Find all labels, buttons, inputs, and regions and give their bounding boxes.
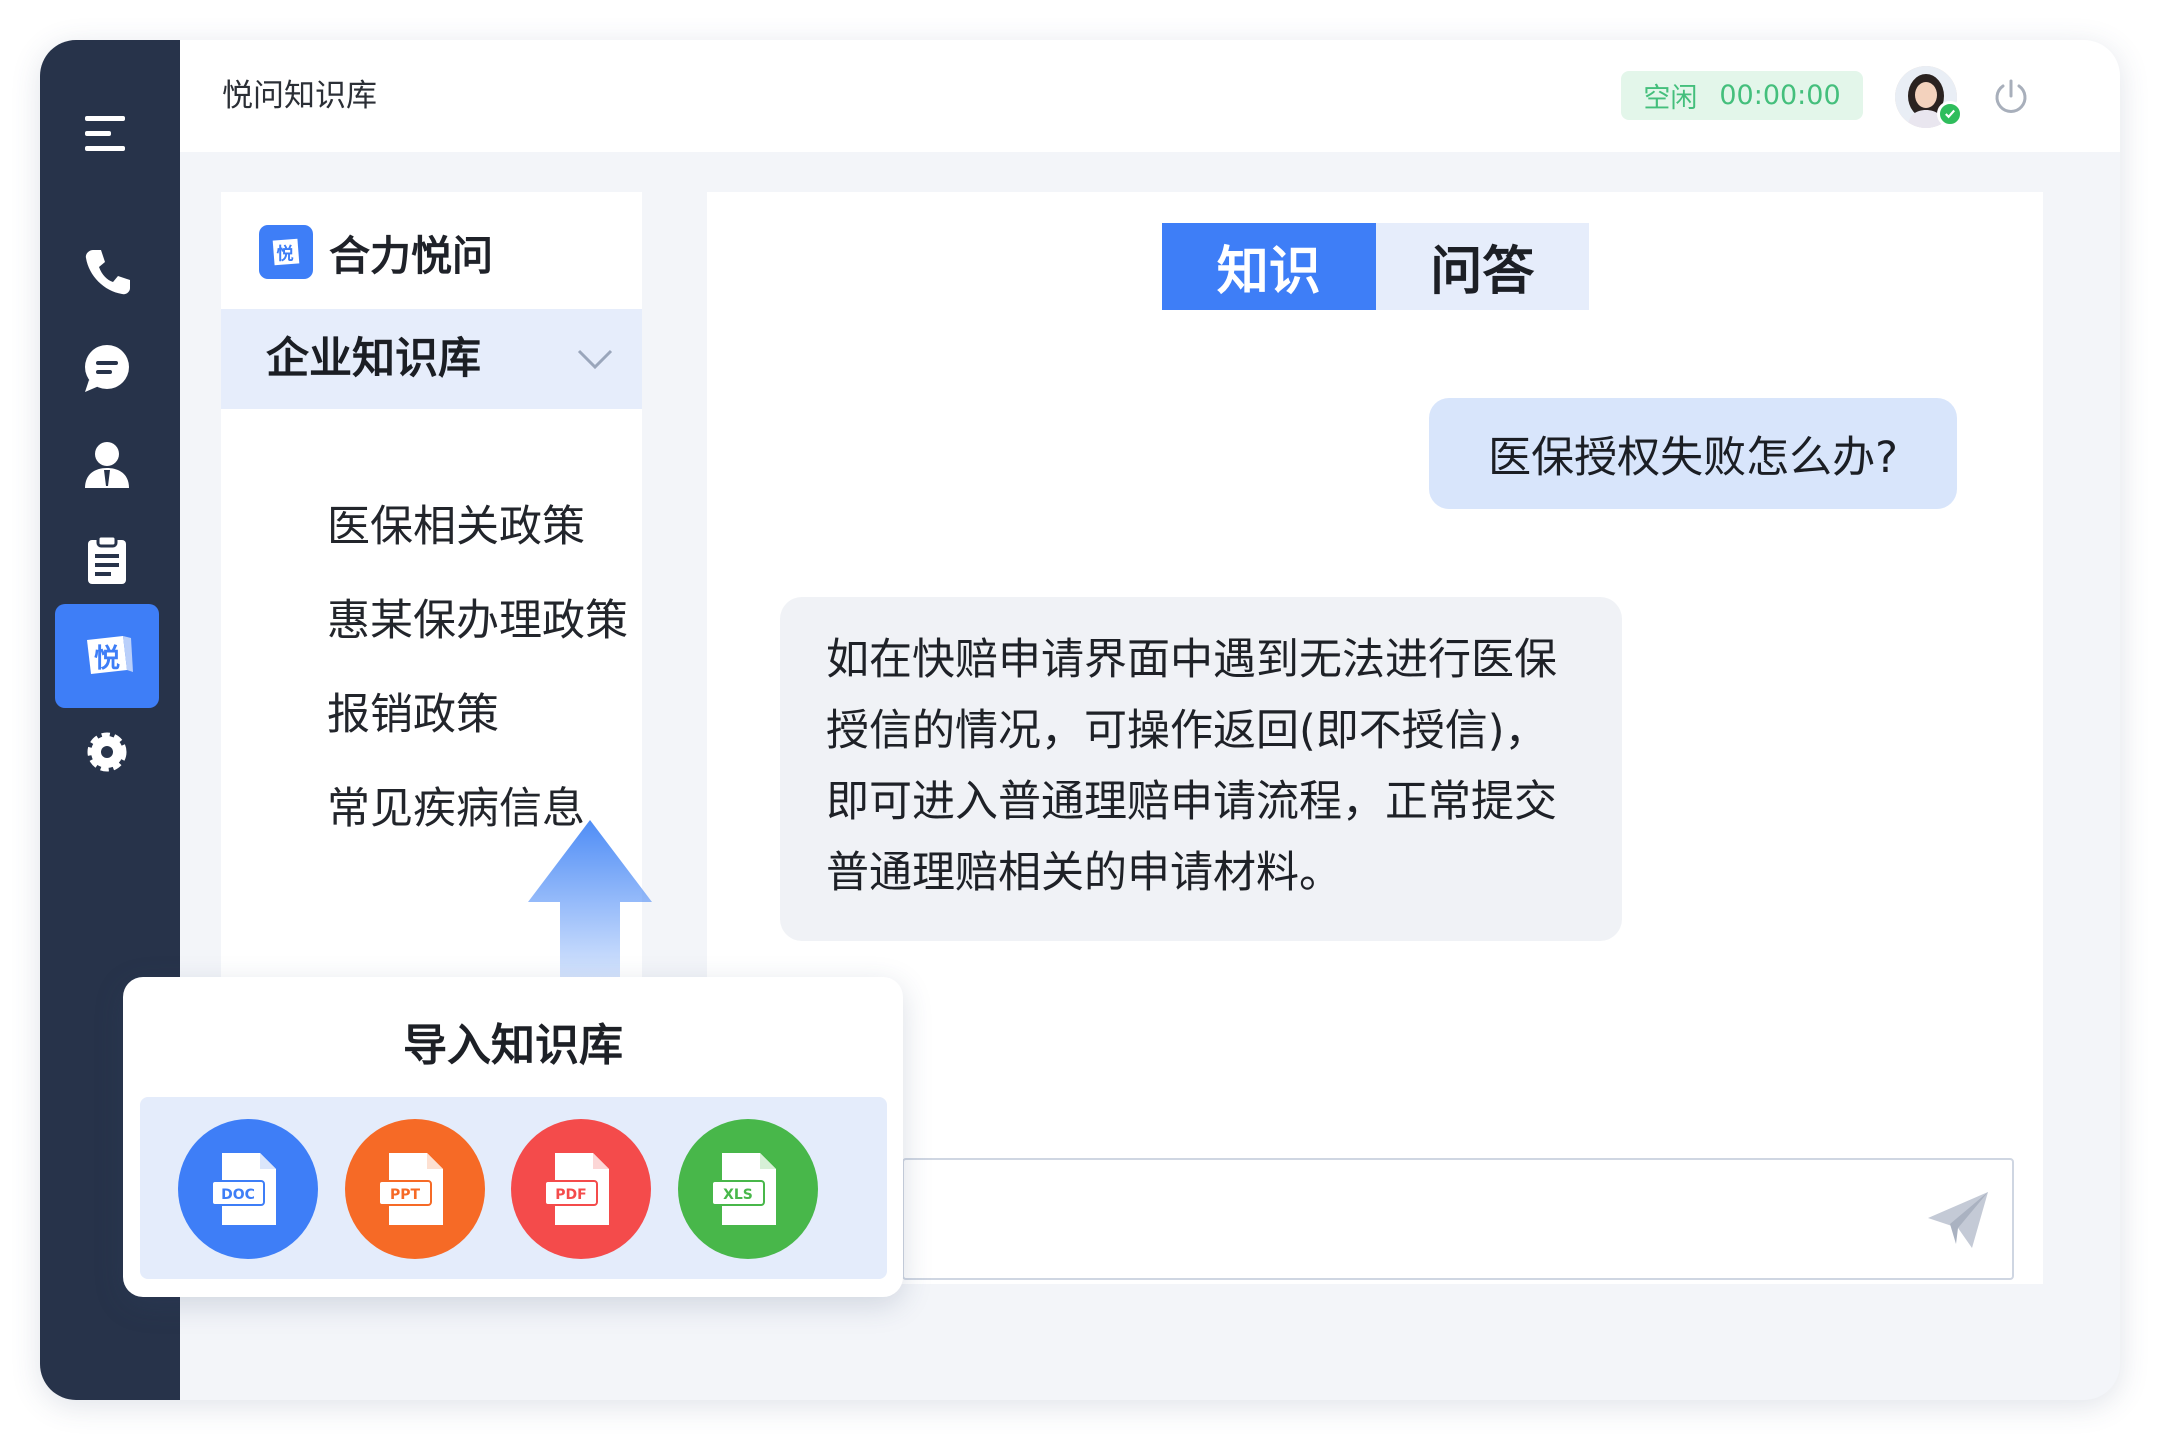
yuewen-icon[interactable]: 悦 [55,604,159,708]
answer-bubble: 如在快赔申请界面中遇到无法进行医保 授信的情况，可操作返回(即不授信)， 即可进… [780,597,1622,941]
doc-file-icon: DOC [211,1153,276,1225]
pdf-file-icon: PDF [544,1153,609,1225]
kb-title: 企业知识库 [266,334,481,384]
app-title: 悦问知识库 [222,78,377,114]
send-icon[interactable] [1922,1184,1994,1256]
brand-name: 合力悦问 [329,232,493,280]
kb-item[interactable]: 报销政策 [327,680,499,742]
online-check-icon [1937,101,1963,127]
svg-text:PDF: PDF [555,1187,586,1203]
message-input[interactable] [902,1158,2014,1280]
kb-dropdown[interactable]: 企业知识库 [221,309,642,409]
tab-knowledge[interactable]: 知识 [1162,223,1376,310]
status-badge[interactable]: 空闲 00:00:00 [1621,71,1863,120]
svg-text:悦: 悦 [277,244,294,265]
power-icon[interactable] [1991,76,2031,116]
gear-icon[interactable] [55,700,159,804]
kb-item[interactable]: 惠某保办理政策 [327,586,628,648]
user-question-bubble: 医保授权失败怎么办? [1429,398,1957,509]
kb-item[interactable]: 医保相关政策 [327,492,585,554]
ppt-file-icon: PPT [378,1153,443,1225]
answer-line: 普通理赔相关的申请材料。 [826,848,1342,898]
svg-text:DOC: DOC [221,1187,255,1203]
chat-icon[interactable] [55,316,159,420]
ppt-file-button[interactable]: PPT [345,1119,485,1259]
phone-icon[interactable] [55,220,159,324]
user-icon[interactable] [55,412,159,516]
doc-file-button[interactable]: DOC [178,1119,318,1259]
chat-panel: 知识 问答 医保授权失败怎么办? 如在快赔申请界面中遇到无法进行医保 授信的情况… [707,192,2043,1284]
top-bar: 悦问知识库 空闲 00:00:00 [180,40,2120,152]
chevron-down-icon [577,349,613,370]
xls-file-button[interactable]: XLS [678,1119,818,1259]
xls-file-icon: XLS [711,1153,776,1225]
svg-text:PPT: PPT [390,1187,421,1203]
app-window: 悦 悦问知识库 空闲 00:00:00 悦 合力悦问 企业知识库 医保相关政策 … [40,40,2120,1400]
file-type-tray: DOC PPT PDF XLS [140,1097,887,1279]
clipboard-icon[interactable] [55,508,159,612]
status-timer: 00:00:00 [1719,80,1841,111]
svg-text:XLS: XLS [723,1187,753,1203]
import-card: 导入知识库 DOC PPT PDF XLS [123,977,903,1297]
tab-qa[interactable]: 问答 [1376,223,1590,310]
brand: 悦 合力悦问 [259,225,493,280]
svg-text:悦: 悦 [94,643,120,674]
tab-bar: 知识 问答 [1162,223,1589,310]
answer-line: 即可进入普通理赔申请流程，正常提交 [826,777,1557,827]
status-label: 空闲 [1643,83,1698,114]
menu-icon[interactable] [55,82,159,186]
import-title: 导入知识库 [403,1020,623,1071]
pdf-file-button[interactable]: PDF [511,1119,651,1259]
answer-line: 授信的情况，可操作返回(即不授信)， [826,706,1548,756]
brand-logo-icon: 悦 [259,225,313,279]
answer-line: 如在快赔申请界面中遇到无法进行医保 [826,635,1557,685]
